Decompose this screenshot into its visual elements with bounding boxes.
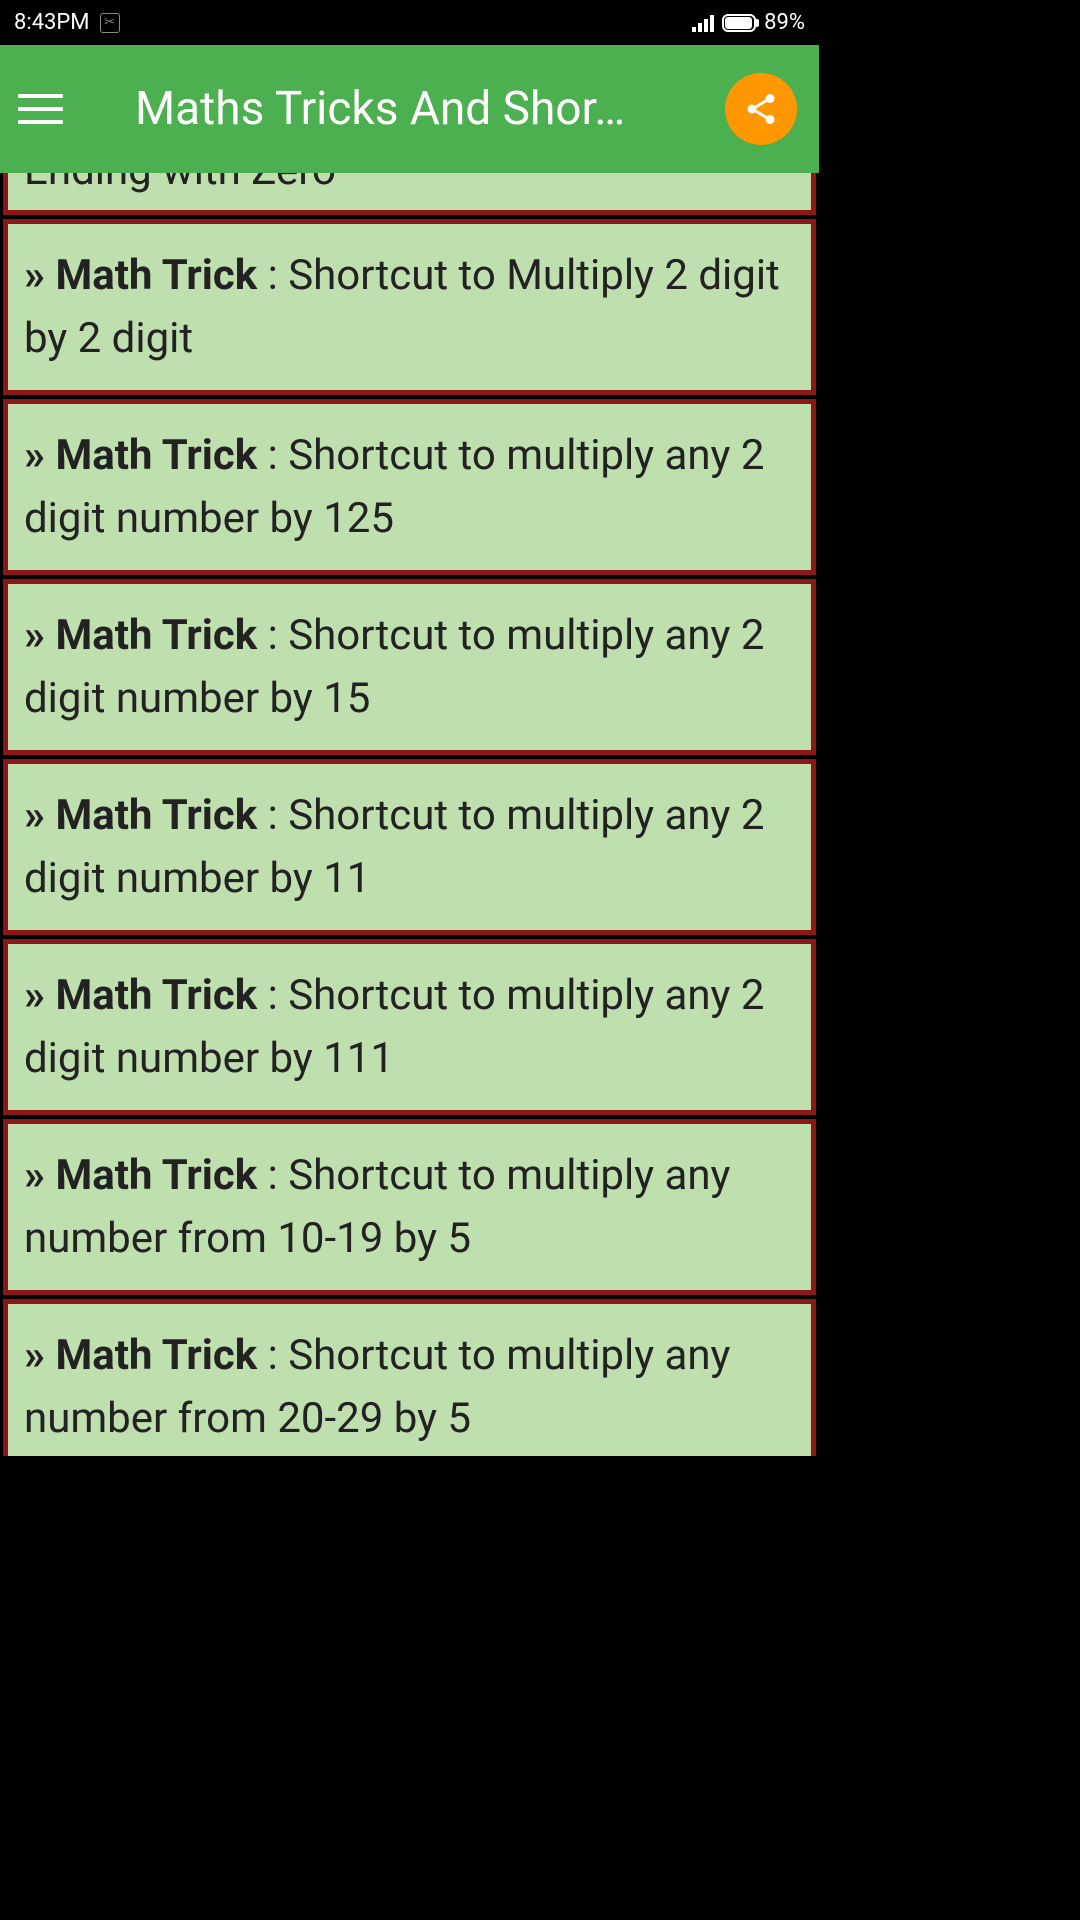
item-separator: :	[257, 1331, 288, 1380]
app-bar: Maths Tricks And Shor…	[0, 45, 819, 173]
item-separator: :	[257, 431, 288, 480]
item-bold-label: Math Trick	[55, 251, 257, 300]
list-item[interactable]: » Math Trick : Shortcut to multiply any …	[3, 399, 816, 575]
item-separator: :	[257, 251, 288, 300]
list-item[interactable]: » Math Trick : Shortcut to Multiply 2 di…	[3, 219, 816, 395]
item-bold-label: Math Trick	[55, 1151, 257, 1200]
item-prefix: »	[24, 791, 55, 840]
list-item-partial-text: Ending with Zero	[24, 173, 336, 202]
list-item[interactable]: » Math Trick : Shortcut to multiply any …	[3, 579, 816, 755]
item-separator: :	[257, 1151, 288, 1200]
list-item[interactable]: » Math Trick : Shortcut to multiply any …	[3, 1299, 816, 1456]
list-item[interactable]: » Math Trick : Shortcut to multiply any …	[3, 939, 816, 1115]
share-icon	[743, 91, 779, 127]
item-bold-label: Math Trick	[55, 1331, 257, 1380]
item-prefix: »	[24, 1151, 55, 1200]
item-bold-label: Math Trick	[55, 431, 257, 480]
item-bold-label: Math Trick	[55, 791, 257, 840]
list-item[interactable]: » Math Trick : Shortcut to multiply any …	[3, 759, 816, 935]
item-prefix: »	[24, 1331, 55, 1380]
status-time: 8:43PM	[14, 10, 90, 35]
item-prefix: »	[24, 971, 55, 1020]
item-bold-label: Math Trick	[55, 611, 257, 660]
signal-icon	[692, 14, 714, 32]
list-item[interactable]: » Math Trick : Shortcut to multiply any …	[3, 1119, 816, 1295]
item-bold-label: Math Trick	[55, 971, 257, 1020]
status-left: 8:43PM ✂	[14, 10, 120, 35]
status-bar: 8:43PM ✂ 89%	[0, 0, 819, 45]
battery-icon	[722, 14, 756, 32]
item-prefix: »	[24, 251, 55, 300]
list-item[interactable]: Ending with Zero	[3, 173, 816, 215]
page-title: Maths Tricks And Shor…	[135, 82, 635, 136]
share-button[interactable]	[725, 73, 797, 145]
item-separator: :	[257, 971, 288, 1020]
item-separator: :	[257, 791, 288, 840]
item-prefix: »	[24, 611, 55, 660]
item-separator: :	[257, 611, 288, 660]
battery-percent: 89%	[764, 10, 805, 35]
menu-icon[interactable]	[18, 94, 63, 124]
item-prefix: »	[24, 431, 55, 480]
content-list[interactable]: Ending with Zero » Math Trick : Shortcut…	[0, 173, 819, 1456]
screenshot-icon: ✂	[100, 13, 120, 33]
status-right: 89%	[692, 10, 805, 35]
